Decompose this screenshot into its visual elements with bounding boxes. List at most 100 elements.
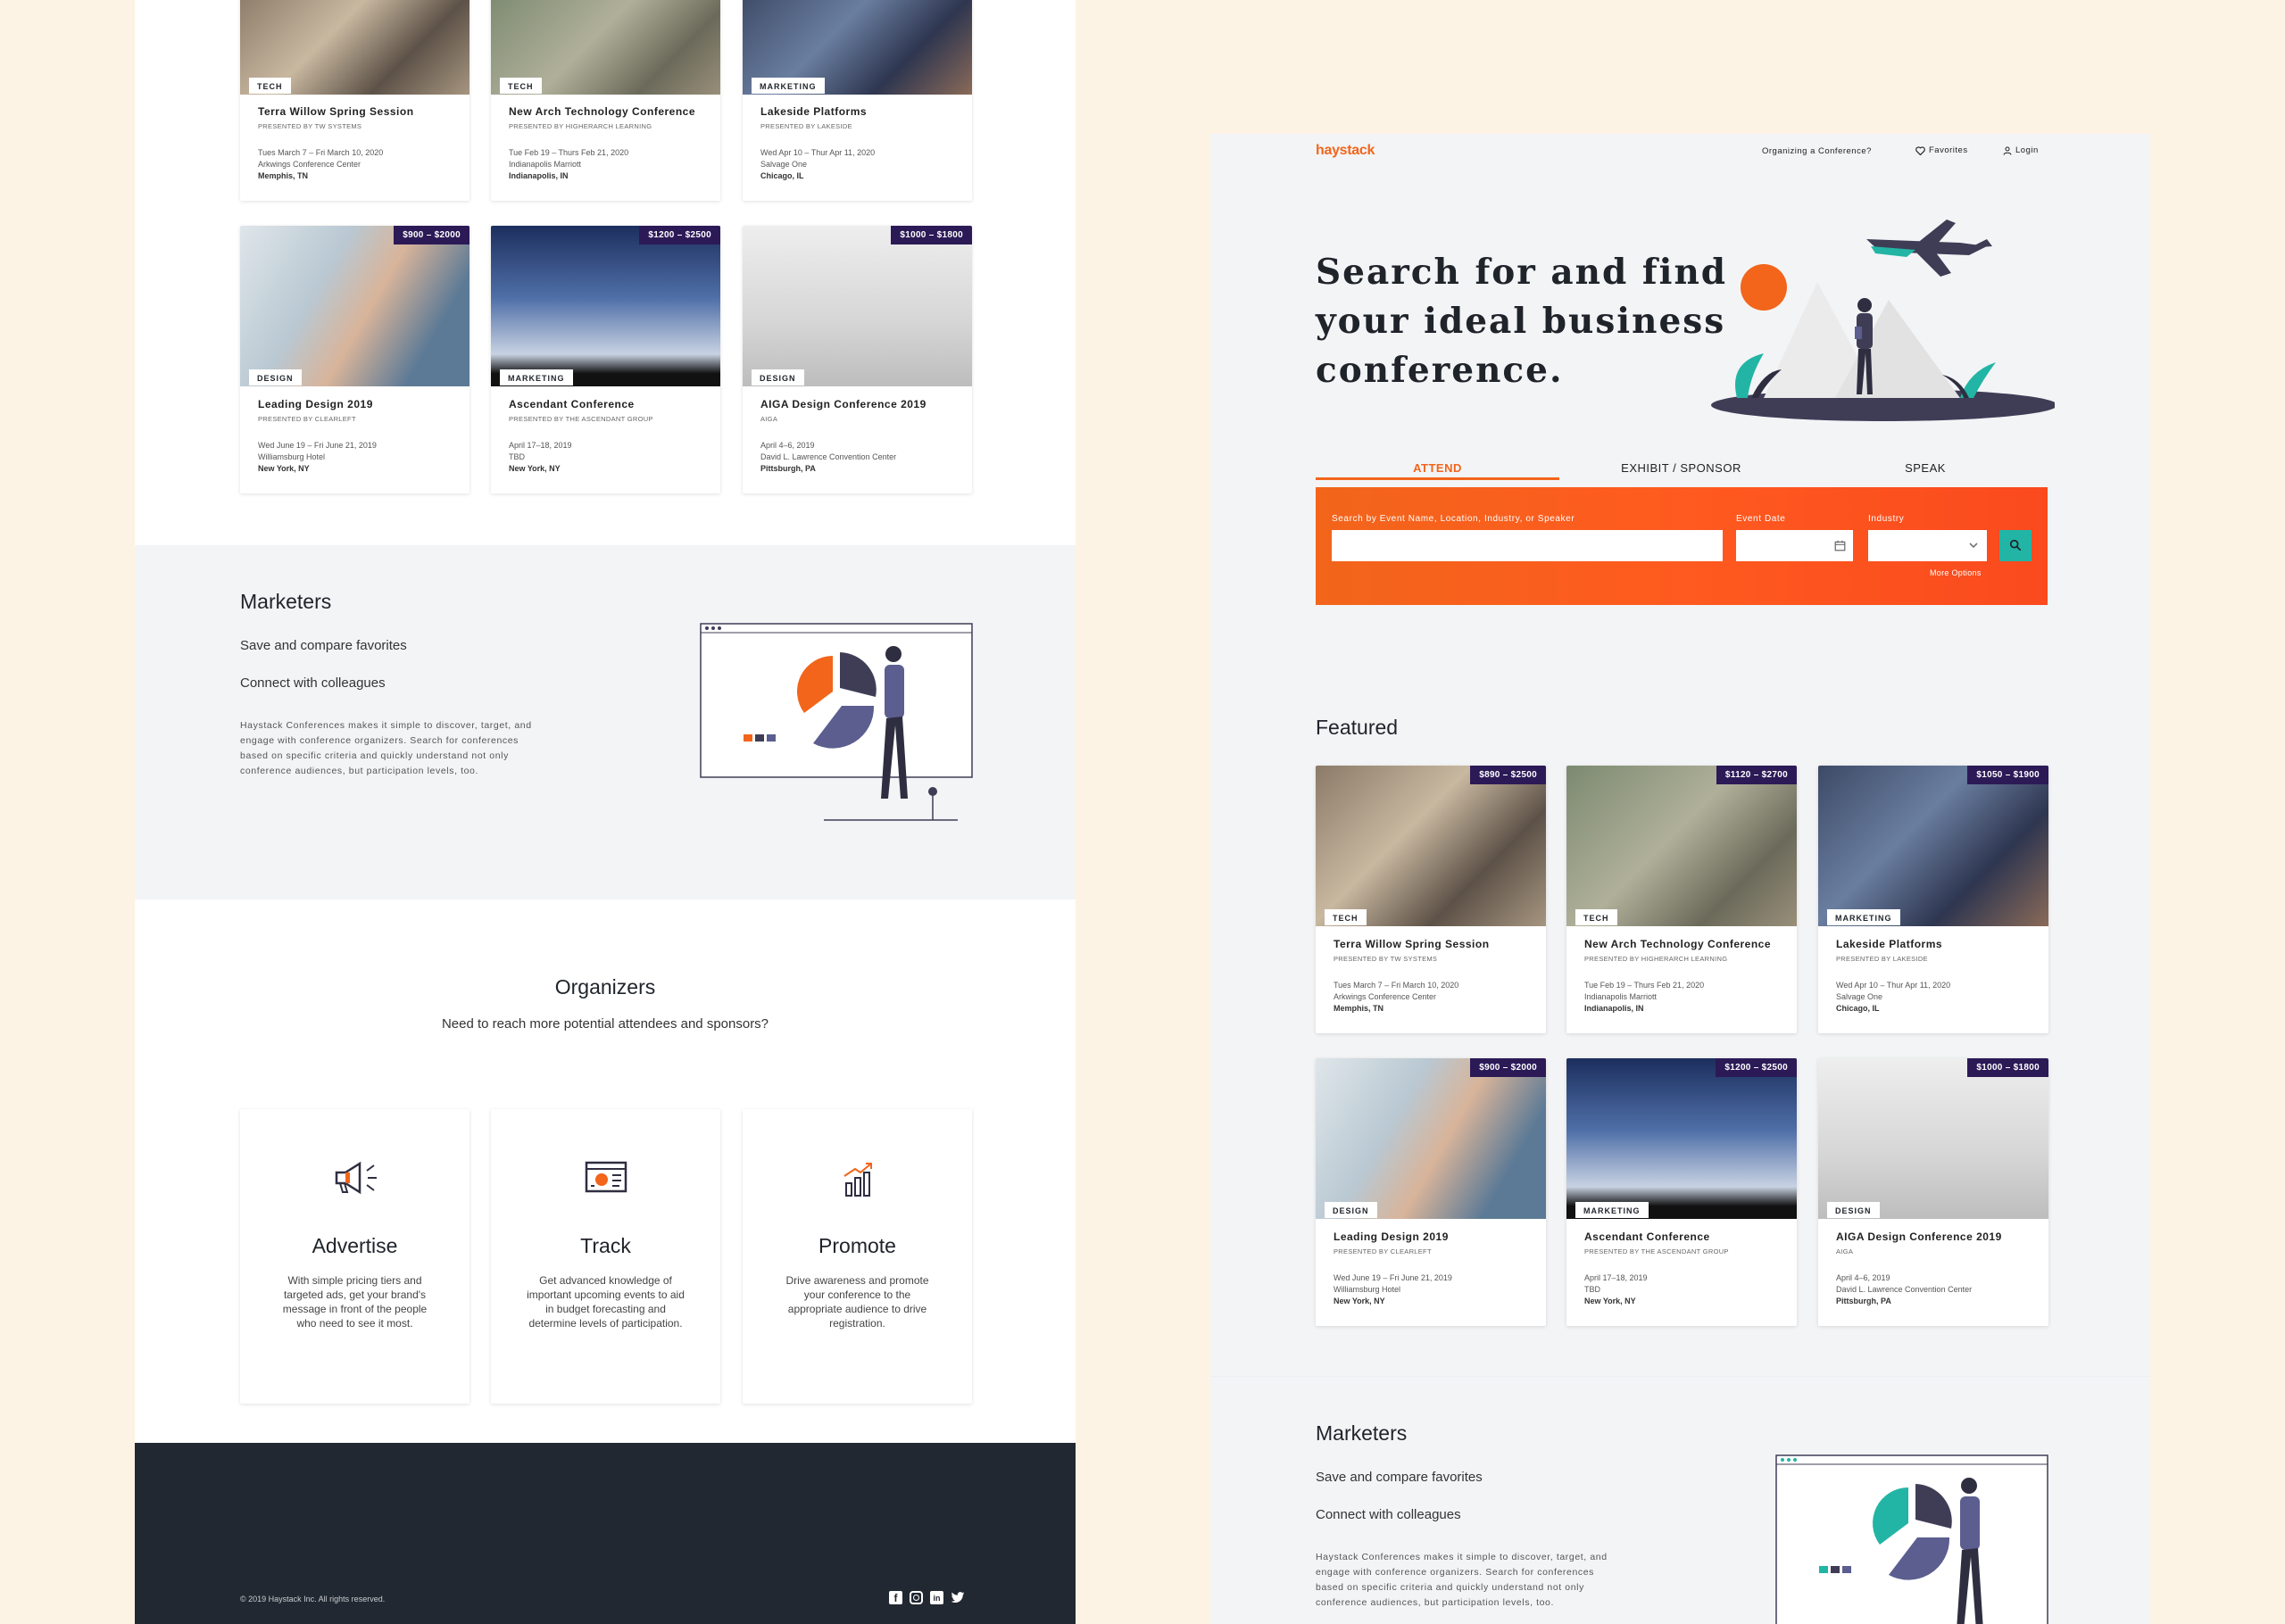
conference-city: Chicago, IL — [1836, 1004, 1880, 1013]
heart-icon — [1915, 145, 1925, 155]
conference-photo — [1818, 766, 2048, 926]
presentation-illustration — [700, 623, 973, 821]
feature-description: With simple pricing tiers and targeted ad… — [282, 1274, 428, 1330]
chevron-down-icon — [1969, 543, 1978, 549]
marketers-item-favorites: Save and compare favorites — [240, 638, 407, 653]
conference-title[interactable]: Leading Design 2019 — [1334, 1230, 1449, 1243]
conference-card[interactable]: $900 – $2000 DESIGN Leading Design 2019 … — [240, 226, 469, 493]
conference-city: Indianapolis, IN — [1584, 1004, 1644, 1013]
category-tag: DESIGN — [752, 369, 804, 385]
tab-exhibit-sponsor[interactable]: EXHIBIT / SPONSOR — [1559, 461, 1803, 475]
conference-city: New York, NY — [1584, 1297, 1636, 1305]
conference-dates: Tue Feb 19 – Thurs Feb 21, 2020 — [1584, 981, 1705, 990]
conference-dates: April 4–6, 2019 — [760, 441, 815, 450]
tab-speak[interactable]: SPEAK — [1803, 461, 2048, 475]
featured-heading: Featured — [1316, 716, 1399, 739]
industry-select[interactable] — [1868, 530, 1987, 561]
tab-underline — [1316, 477, 1559, 480]
conference-presenter: PRESENTED BY LAKESIDE — [760, 122, 852, 130]
user-icon — [2003, 146, 2012, 155]
marketers-item-colleagues: Connect with colleagues — [1316, 1507, 1461, 1522]
category-tag: DESIGN — [1827, 1202, 1880, 1218]
conference-photo — [743, 226, 972, 386]
category-tag: TECH — [1575, 909, 1617, 925]
category-tag: TECH — [500, 78, 542, 94]
price-badge: $900 – $2000 — [1470, 1058, 1546, 1077]
conference-dates: Tue Feb 19 – Thurs Feb 21, 2020 — [509, 148, 629, 157]
linkedin-icon[interactable]: in — [930, 1591, 943, 1604]
favorites-label: Favorites — [1929, 145, 1968, 155]
event-search-input[interactable] — [1332, 530, 1723, 561]
conference-presenter: AIGA — [760, 415, 778, 423]
conference-title[interactable]: AIGA Design Conference 2019 — [760, 398, 926, 410]
conference-venue: Salvage One — [1836, 992, 1883, 1001]
feature-card-promote: Promote Drive awareness and promote your … — [743, 1109, 972, 1404]
price-badge: $1050 – $1900 — [1967, 766, 2048, 784]
conference-title[interactable]: Ascendant Conference — [1584, 1230, 1710, 1243]
search-icon — [2009, 539, 2022, 551]
conference-title[interactable]: Terra Willow Spring Session — [258, 105, 414, 118]
nav-login-link[interactable]: Login — [2003, 145, 2039, 155]
conference-dates: Tues March 7 – Fri March 10, 2020 — [258, 148, 384, 157]
right-page-preview: haystack Organizing a Conference? Favori… — [1210, 134, 2150, 1624]
marketers-item-colleagues: Connect with colleagues — [240, 675, 386, 691]
conference-dates: Wed June 19 – Fri June 21, 2019 — [1334, 1273, 1452, 1282]
conference-presenter: AIGA — [1836, 1247, 1854, 1255]
tab-attend[interactable]: ATTEND — [1316, 461, 1559, 475]
conference-card[interactable]: TECH Terra Willow Spring Session PRESENT… — [240, 0, 469, 201]
conference-card[interactable]: $1050 – $1900 MARKETING Lakeside Platfor… — [1818, 766, 2048, 1033]
conference-title[interactable]: Lakeside Platforms — [1836, 938, 1942, 950]
event-date-label: Event Date — [1736, 514, 1786, 524]
conference-city: New York, NY — [1334, 1297, 1385, 1305]
conference-title[interactable]: Lakeside Platforms — [760, 105, 867, 118]
conference-card[interactable]: $1000 – $1800 DESIGN AIGA Design Confere… — [1818, 1058, 2048, 1326]
conference-card[interactable]: $1200 – $2500 MARKETING Ascendant Confer… — [1566, 1058, 1797, 1326]
conference-presenter: PRESENTED BY CLEARLEFT — [258, 415, 356, 423]
conference-photo — [491, 226, 720, 386]
haystack-logo[interactable]: haystack — [1316, 143, 1375, 159]
feature-title: Advertise — [312, 1234, 398, 1257]
instagram-icon[interactable] — [910, 1591, 923, 1604]
conference-presenter: PRESENTED BY HIGHERARCH LEARNING — [509, 122, 652, 130]
conference-title[interactable]: New Arch Technology Conference — [509, 105, 695, 118]
conference-title[interactable]: Terra Willow Spring Session — [1334, 938, 1490, 950]
conference-title[interactable]: Leading Design 2019 — [258, 398, 373, 410]
conference-photo — [1566, 766, 1797, 926]
nav-favorites-link[interactable]: Favorites — [1915, 145, 1968, 155]
conference-dates: Wed June 19 – Fri June 21, 2019 — [258, 441, 377, 450]
conference-photo — [1566, 1058, 1797, 1219]
conference-venue: Williamsburg Hotel — [1334, 1285, 1401, 1294]
facebook-icon[interactable]: f — [889, 1591, 902, 1604]
more-options-link[interactable]: More Options — [1930, 568, 1982, 577]
calendar-icon[interactable] — [1834, 540, 1846, 551]
conference-title[interactable]: AIGA Design Conference 2019 — [1836, 1230, 2002, 1243]
conference-card[interactable]: $890 – $2500 TECH Terra Willow Spring Se… — [1316, 766, 1546, 1033]
traveler-illustration — [1711, 220, 2055, 421]
feature-title: Track — [580, 1234, 631, 1257]
conference-card[interactable]: $1120 – $2700 TECH New Arch Technology C… — [1566, 766, 1797, 1033]
conference-title[interactable]: New Arch Technology Conference — [1584, 938, 1771, 950]
megaphone-icon — [335, 1161, 377, 1195]
event-date-field[interactable] — [1736, 530, 1853, 561]
conference-presenter: PRESENTED BY TW SYSTEMS — [258, 122, 362, 130]
conference-dates: Wed Apr 10 – Thur Apr 11, 2020 — [760, 148, 876, 157]
conference-dates: April 17–18, 2019 — [509, 441, 572, 450]
category-tag: MARKETING — [1575, 1202, 1649, 1218]
price-badge: $1000 – $1800 — [891, 226, 972, 244]
feature-title: Promote — [818, 1234, 896, 1257]
price-badge: $890 – $2500 — [1470, 766, 1546, 784]
twitter-icon[interactable] — [951, 1591, 965, 1604]
conference-card[interactable]: MARKETING Lakeside Platforms PRESENTED B… — [743, 0, 972, 201]
conference-venue: Indianapolis Marriott — [509, 160, 582, 169]
conference-title[interactable]: Ascendant Conference — [509, 398, 635, 410]
conference-card[interactable]: TECH New Arch Technology Conference PRES… — [491, 0, 720, 201]
nav-organizing-link[interactable]: Organizing a Conference? — [1762, 146, 1872, 156]
industry-label: Industry — [1868, 514, 1905, 524]
search-button[interactable] — [1999, 530, 2032, 561]
marketers-section: Marketers Save and compare favorites Con… — [135, 545, 1076, 899]
marketers-body: Haystack Conferences makes it simple to … — [1316, 1552, 1608, 1608]
social-links: f in — [889, 1591, 965, 1604]
conference-card[interactable]: $900 – $2000 DESIGN Leading Design 2019 … — [1316, 1058, 1546, 1326]
conference-card[interactable]: $1200 – $2500 MARKETING Ascendant Confer… — [491, 226, 720, 493]
conference-card[interactable]: $1000 – $1800 DESIGN AIGA Design Confere… — [743, 226, 972, 493]
